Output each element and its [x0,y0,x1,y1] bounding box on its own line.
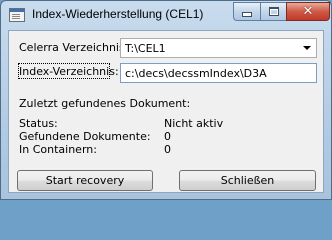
found-documents-value: 0 [164,130,171,143]
window-app-icon [9,8,25,22]
in-containers-label: In Containern: [19,143,97,156]
maximize-button[interactable] [260,2,286,21]
index-directory-label: Index-Verzeichnis: [19,65,119,78]
close-button[interactable]: Schließen [179,170,316,191]
close-icon: ✕ [302,4,314,19]
dialog-window: Index-Wiederherstellung (CEL1) ✕ Celerra… [0,0,332,200]
index-directory-input[interactable]: c:\decs\decssmIndex\D3A [120,63,317,83]
minimize-button[interactable] [233,2,260,21]
close-window-button[interactable]: ✕ [286,2,330,21]
index-directory-value: c:\decs\decssmIndex\D3A [125,67,267,80]
in-containers-value: 0 [164,143,171,156]
chevron-down-icon[interactable] [303,46,311,50]
minimize-icon [242,12,252,17]
start-recovery-button[interactable]: Start recovery [17,170,153,191]
maximize-icon [268,7,279,16]
status-value: Nicht aktiv [164,117,224,130]
status-label: Status: [19,117,58,130]
celerra-directory-label: Celerra Verzeichnis: [19,41,129,54]
title-bar[interactable]: Index-Wiederherstellung (CEL1) ✕ [1,1,331,30]
last-found-document-label: Zuletzt gefundenes Dokument: [19,97,191,110]
found-documents-label: Gefundene Dokumente: [19,130,151,143]
window-title: Index-Wiederherstellung (CEL1) [32,7,204,21]
dialog-client-area: Celerra Verzeichnis: T:\CEL1 Index-Verze… [8,30,324,193]
celerra-directory-value: T:\CEL1 [125,42,166,55]
celerra-directory-select[interactable]: T:\CEL1 [120,38,317,58]
